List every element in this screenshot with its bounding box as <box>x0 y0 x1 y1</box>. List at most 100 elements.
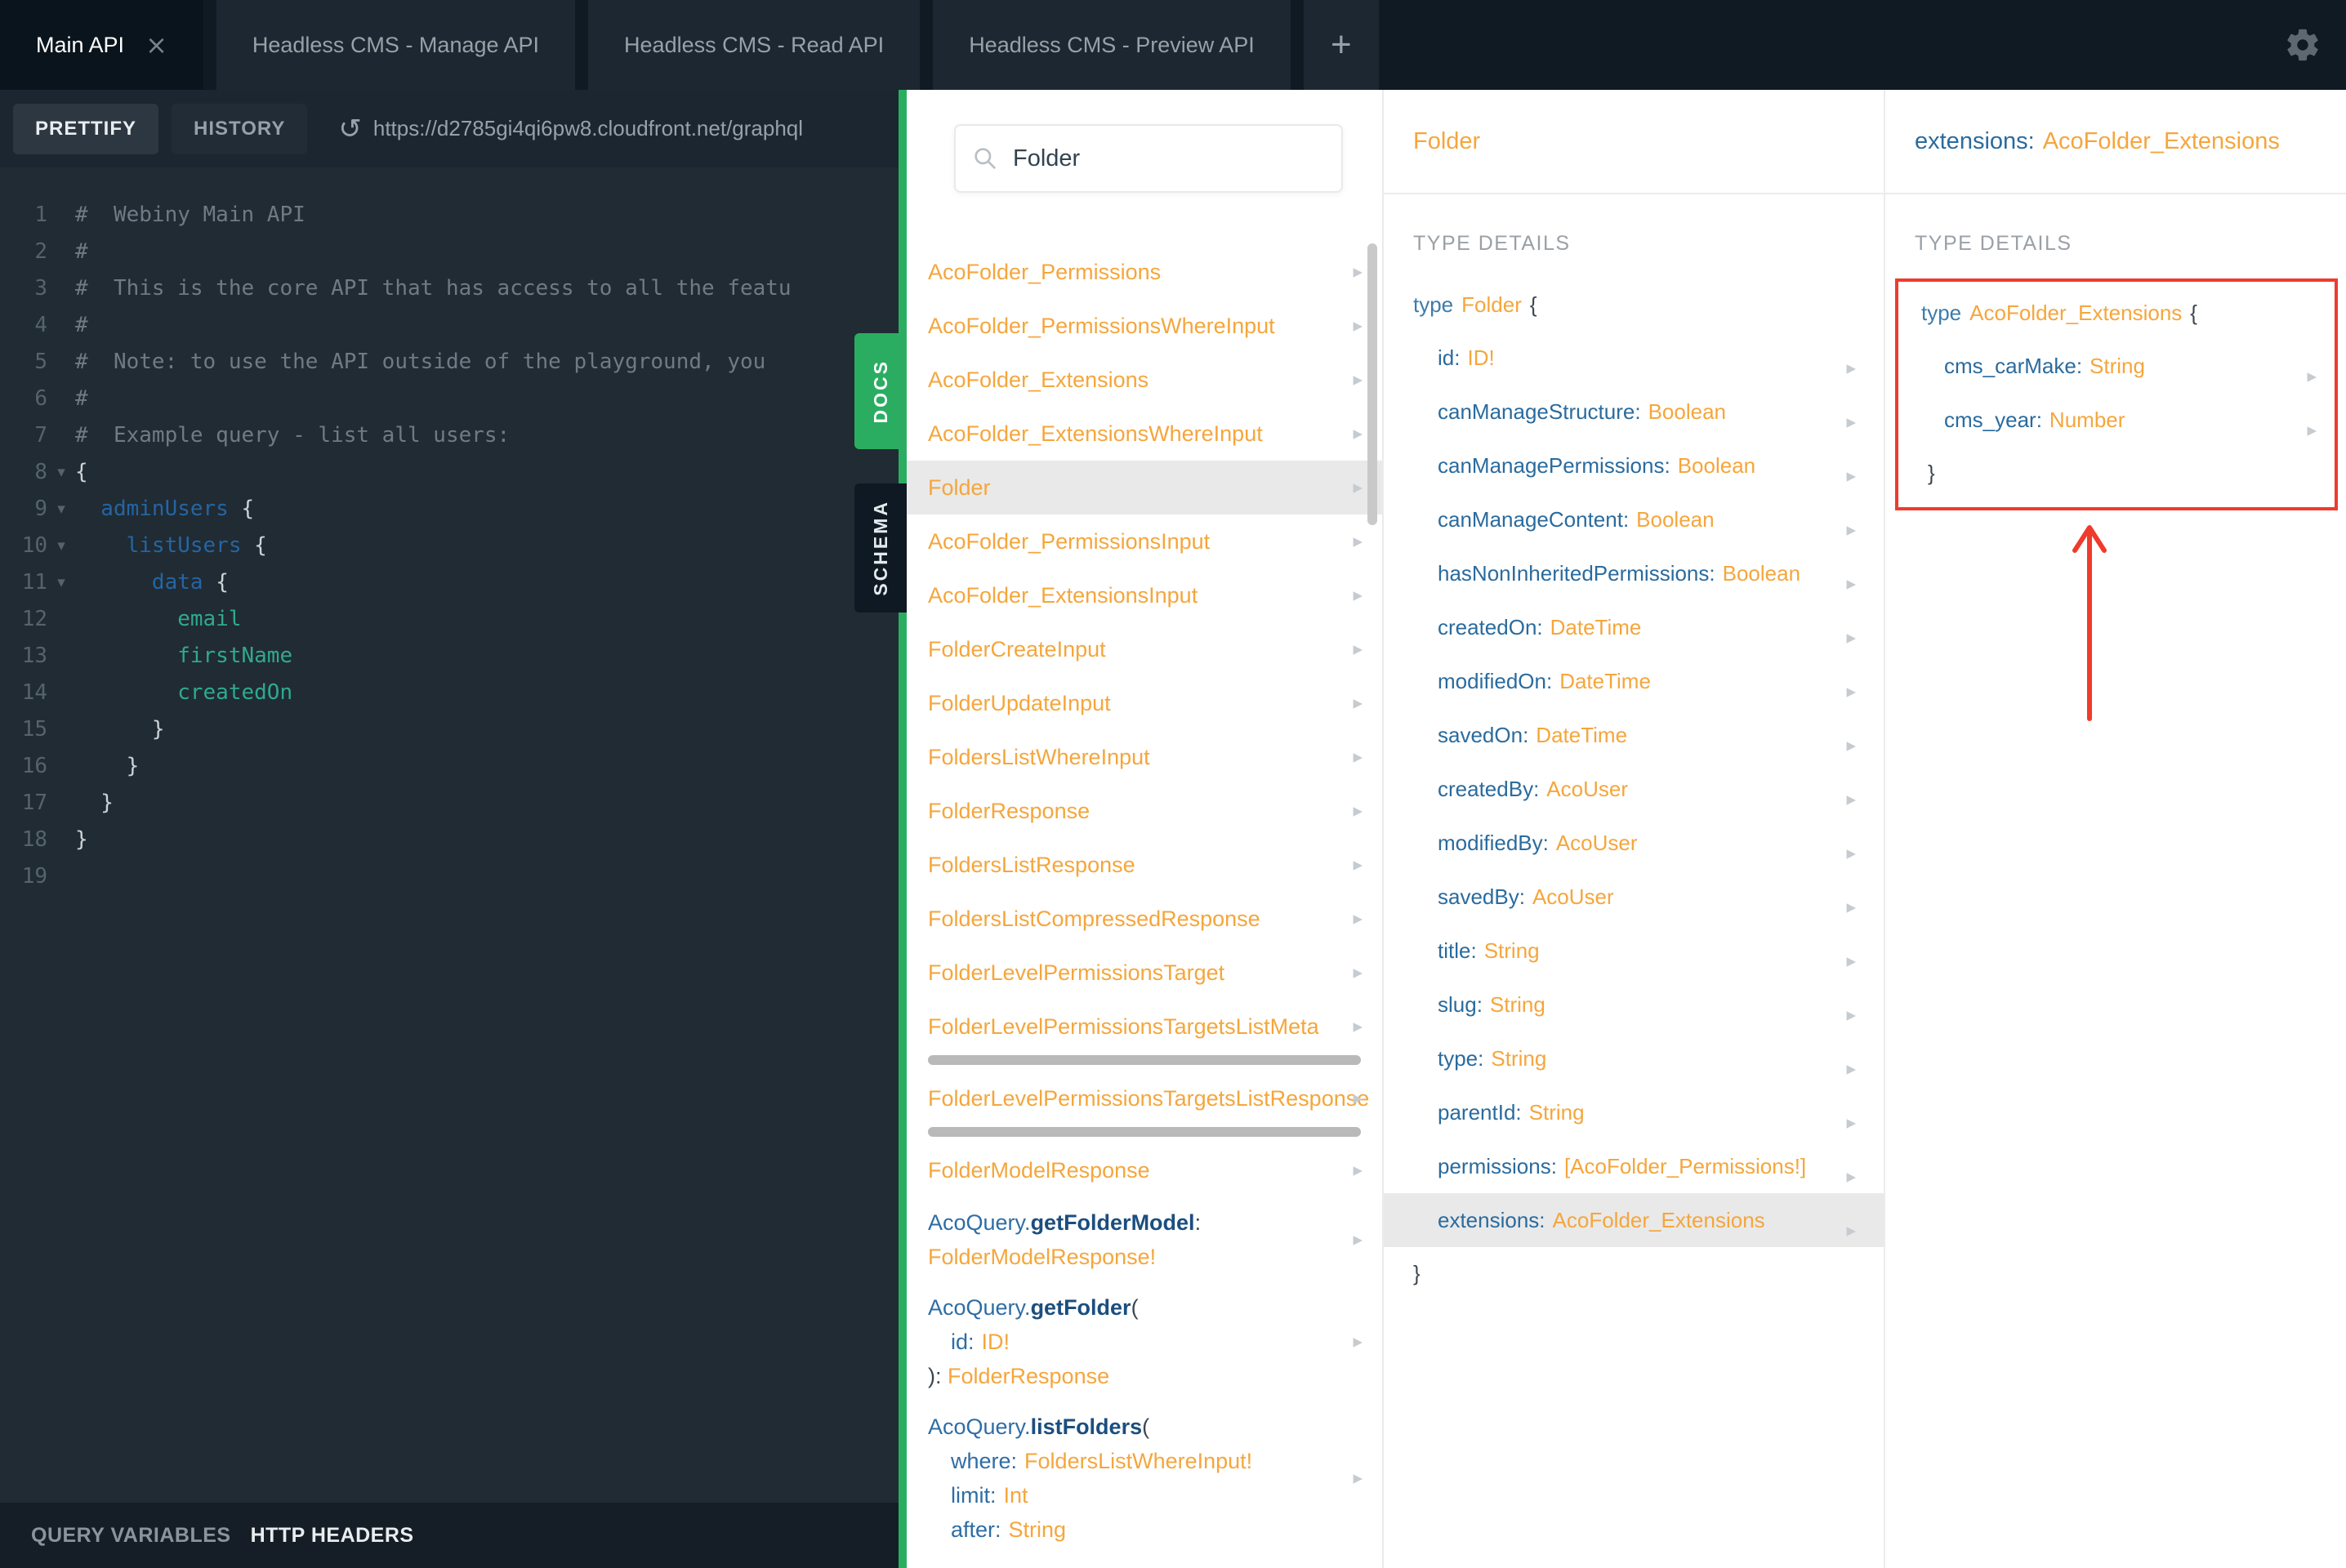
add-tab-button[interactable]: + <box>1303 0 1379 90</box>
type-declaration: type Folder { <box>1384 278 1884 331</box>
tab-main-api[interactable]: Main API × <box>0 0 203 90</box>
chevron-right-icon: ▸ <box>1353 261 1363 283</box>
code-line: 3 # This is the core API that has access … <box>11 270 899 307</box>
docs-list-item[interactable]: AcoFolder_ExtensionsWhereInput ▸ <box>907 407 1382 461</box>
field-row-createdby[interactable]: createdBy: AcoUser ▸ <box>1384 762 1884 816</box>
chevron-right-icon: ▸ <box>1846 1166 1856 1187</box>
reload-schema-icon[interactable]: ↺ <box>338 115 362 143</box>
field-row-title[interactable]: title: String ▸ <box>1384 924 1884 978</box>
code-line: 18} <box>11 822 899 858</box>
vertical-scrollbar[interactable] <box>1367 243 1377 525</box>
http-headers-toggle[interactable]: HTTP HEADERS <box>251 1524 414 1548</box>
close-tab-icon[interactable]: × <box>145 32 167 58</box>
docs-search-input[interactable] <box>1013 145 1325 172</box>
code-text: { <box>241 497 255 521</box>
code-line: 11 ▾ data { <box>11 564 899 601</box>
docs-list-item[interactable]: FolderResponse ▸ <box>907 784 1382 838</box>
line-number: 4 <box>34 313 47 337</box>
fold-arrow-icon[interactable]: ▾ <box>47 564 75 601</box>
chevron-right-icon: ▸ <box>1353 800 1363 822</box>
field-row-hasnoninheritedpermissions[interactable]: hasNonInheritedPermissions: Boolean ▸ <box>1384 546 1884 600</box>
fold-arrow-icon[interactable]: ▾ <box>47 491 75 528</box>
docs-list-item[interactable]: AcoFolder_PermissionsWhereInput ▸ <box>907 299 1382 353</box>
field-row-savedon[interactable]: savedOn: DateTime ▸ <box>1384 708 1884 762</box>
docs-list-item[interactable]: FolderLevelPermissionsTarget ▸ <box>907 946 1382 1000</box>
field-row-parentid[interactable]: parentId: String ▸ <box>1384 1085 1884 1139</box>
query-signature: AcoQuery.getFolder( <box>928 1290 1346 1325</box>
field-row-cms-year[interactable]: cms_year: Number ▸ <box>1898 393 2335 447</box>
docs-list-item[interactable]: FolderCreateInput ▸ <box>907 622 1382 676</box>
chevron-right-icon: ▸ <box>1353 1229 1363 1250</box>
field-type: DateTime <box>1559 669 1651 693</box>
docs-list-item[interactable]: AcoFolder_ExtensionsInput ▸ <box>907 568 1382 622</box>
query-variables-toggle[interactable]: QUERY VARIABLES <box>31 1524 231 1548</box>
docs-list-item[interactable]: AcoFolder_Extensions ▸ <box>907 353 1382 407</box>
field-name: title: <box>1438 938 1477 963</box>
prettify-button[interactable]: PRETTIFY <box>13 103 159 154</box>
fold-arrow-icon[interactable]: ▾ <box>47 528 75 564</box>
chevron-right-icon: ▸ <box>1846 735 1856 756</box>
docs-list-item[interactable]: FolderLevelPermissionsTargetsListRespons… <box>907 1071 1382 1125</box>
code-text: } <box>75 791 114 815</box>
query-editor[interactable]: 1 # Webiny Main API 2 # 3 # This is the cor… <box>0 167 899 1503</box>
field-row-modifiedby[interactable]: modifiedBy: AcoUser ▸ <box>1384 816 1884 870</box>
docs-list-item[interactable]: AcoFolder_PermissionsInput ▸ <box>907 514 1382 568</box>
fold-icon <box>47 601 75 638</box>
docs-list-item-folder[interactable]: Folder ▸ <box>907 461 1382 514</box>
horizontal-scrollbar[interactable] <box>928 1055 1361 1065</box>
field-row-cms-carmake[interactable]: cms_carMake: String ▸ <box>1898 339 2335 393</box>
docs-query-item-getfoldermodel[interactable]: AcoQuery.getFolderModel: FolderModelResp… <box>907 1197 1382 1282</box>
argument-type: String <box>1008 1517 1067 1542</box>
docs-list-item[interactable]: FoldersListCompressedResponse ▸ <box>907 892 1382 946</box>
field-row-id[interactable]: id: ID! ▸ <box>1384 331 1884 385</box>
field-row-permissions[interactable]: permissions: [AcoFolder_Permissions!] ▸ <box>1384 1139 1884 1193</box>
schema-side-tab[interactable]: SCHEMA <box>854 483 907 612</box>
tab-headless-cms-read-api[interactable]: Headless CMS - Read API <box>588 0 921 90</box>
field-row-canmanagestructure[interactable]: canManageStructure: Boolean ▸ <box>1384 385 1884 439</box>
field-name: hasNonInheritedPermissions: <box>1438 561 1715 586</box>
fold-icon <box>47 344 75 381</box>
field-name: cms_year: <box>1944 408 2042 432</box>
field-type: AcoUser <box>1532 884 1614 909</box>
field-row-extensions[interactable]: extensions: AcoFolder_Extensions ▸ <box>1384 1193 1884 1247</box>
field-row-canmanagecontent[interactable]: canManageContent: Boolean ▸ <box>1384 492 1884 546</box>
docs-divider[interactable]: DOCS SCHEMA <box>854 90 907 1568</box>
docs-search-panel: AcoFolder_Permissions ▸ AcoFolder_Permiss… <box>907 90 1384 1568</box>
docs-search-box[interactable] <box>954 124 1343 193</box>
panel-header: extensions: AcoFolder_Extensions <box>1885 90 2346 194</box>
docs-list-item[interactable]: FoldersListWhereInput ▸ <box>907 730 1382 784</box>
docs-list-item[interactable]: FolderUpdateInput ▸ <box>907 676 1382 730</box>
chevron-right-icon: ▸ <box>1846 843 1856 864</box>
field-row-createdon[interactable]: createdOn: DateTime ▸ <box>1384 600 1884 654</box>
docs-query-item-getfolder[interactable]: AcoQuery.getFolder( id: ID! ): FolderResp… <box>907 1282 1382 1401</box>
docs-list-item[interactable]: FoldersListResponse ▸ <box>907 838 1382 892</box>
history-button[interactable]: HISTORY <box>172 103 308 154</box>
fold-arrow-icon[interactable]: ▾ <box>47 454 75 491</box>
field-row-canmanagepermissions[interactable]: canManagePermissions: Boolean ▸ <box>1384 439 1884 492</box>
docs-list-item[interactable]: AcoFolder_Permissions ▸ <box>907 245 1382 299</box>
field-row-savedby[interactable]: savedBy: AcoUser ▸ <box>1384 870 1884 924</box>
chevron-right-icon: ▸ <box>1353 639 1363 660</box>
settings-gear-icon[interactable] <box>2284 0 2346 90</box>
field-row-modifiedon[interactable]: modifiedOn: DateTime ▸ <box>1384 654 1884 708</box>
docs-query-item-listfolders[interactable]: AcoQuery.listFolders( where: FoldersListW… <box>907 1401 1382 1555</box>
fold-icon <box>47 638 75 675</box>
field-row-slug[interactable]: slug: String ▸ <box>1384 978 1884 1031</box>
endpoint-url[interactable]: https://d2785gi4qi6pw8.cloudfront.net/gr… <box>373 116 803 141</box>
docs-side-tab[interactable]: DOCS <box>854 333 907 449</box>
docs-list-item[interactable]: FolderLevelPermissionsTargetsListMeta ▸ <box>907 1000 1382 1054</box>
field-row-type[interactable]: type: String ▸ <box>1384 1031 1884 1085</box>
code-text: # <box>75 239 88 264</box>
horizontal-scrollbar[interactable] <box>928 1127 1361 1137</box>
tab-headless-cms-preview-api[interactable]: Headless CMS - Preview API <box>933 0 1291 90</box>
docs-list-item[interactable]: FolderModelResponse ▸ <box>907 1143 1382 1197</box>
field-type: String <box>1491 1046 1547 1071</box>
chevron-right-icon: ▸ <box>1353 315 1363 336</box>
punctuation: } <box>1928 461 1935 485</box>
code-text: firstName <box>75 644 293 668</box>
return-type: FolderResponse <box>948 1364 1110 1388</box>
line-number: 11 <box>21 570 47 595</box>
fold-icon <box>47 270 75 307</box>
search-icon <box>975 148 996 169</box>
tab-headless-cms-manage-api[interactable]: Headless CMS - Manage API <box>216 0 576 90</box>
